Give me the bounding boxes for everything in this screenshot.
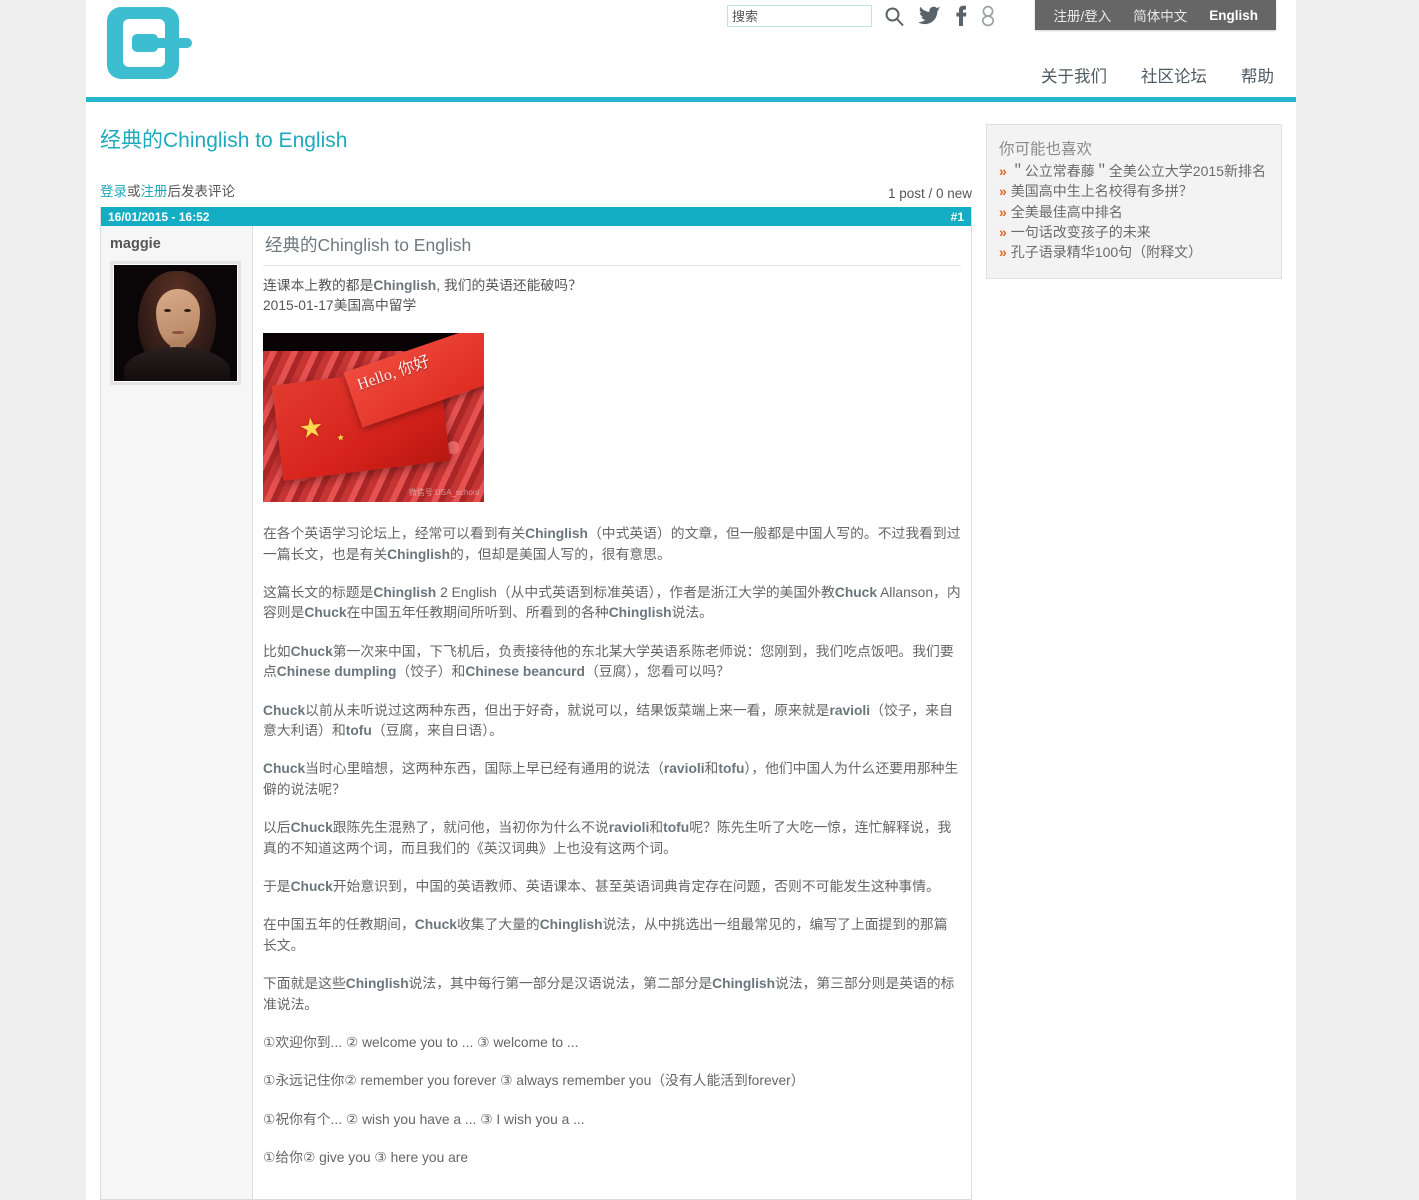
avatar-shoulders [124,347,230,381]
page-shell: 注册/登入 简体中文 English 关于我们 社区论坛 帮助 经典的Ching… [86,0,1296,1200]
author-column: maggie [101,226,253,1199]
content-wrap: 经典的Chinglish to English 登录或注册后发表评论 1 pos… [86,102,1296,1200]
sidebar-panel-recommended: 你可能也喜欢 » ＂公立常春藤＂全美公立大学2015新排名 » 美国高中生上名校得有… [986,124,1282,279]
page-title: 经典的Chinglish to English [100,124,972,154]
sidebar-link[interactable]: ＂公立常春藤＂全美公立大学2015新排名 [1011,163,1266,179]
chevron-double-right-icon: » [999,183,1007,200]
page-title-suffix: Chinglish to English [163,129,348,152]
site-header: 注册/登入 简体中文 English 关于我们 社区论坛 帮助 [86,0,1296,102]
figure-flag-small-star: ★ [336,432,346,444]
lede-part-1: 连课本上教的都是 [263,278,374,293]
post-content: 经典的Chinglish to English 连课本上教的都是Chinglis… [253,226,971,1199]
page-title-prefix: 经典的 [100,129,163,152]
figure-flag-big-star: ★ [297,411,326,445]
list-item[interactable]: » 全美最佳高中排名 [999,203,1269,222]
twitter-icon[interactable] [919,6,941,26]
login-link[interactable]: 登录 [100,184,127,199]
logo-plug-c-icon[interactable] [107,3,193,83]
lede-keyword: Chinglish [373,278,437,293]
post-title: 经典的Chinglish to English [263,226,961,266]
lede-date-source: 2015-01-17美国高中留学 [263,297,417,313]
prompt-rest: 后发表评论 [167,184,236,199]
post-paragraph: 以后Chuck跟陈先生混熟了，就问他，当初你为什么不说ravioli和tofu呢… [263,820,952,856]
chevron-double-right-icon: » [999,244,1007,261]
utility-bar: 注册/登入 简体中文 English [1035,0,1276,30]
list-item[interactable]: » 美国高中生上名校得有多拼？ [999,182,1269,201]
post-paragraph: Chuck以前从未听说过这两种东西，但出于好奇，就说可以，结果饭菜端上来一看，原… [263,702,953,738]
sidebar-column: 你可能也喜欢 » ＂公立常春藤＂全美公立大学2015新排名 » 美国高中生上名校得有… [986,102,1296,1200]
post-paragraph-example: ①永远记住你② remember you forever ③ always re… [263,1073,805,1089]
sidebar-title: 你可能也喜欢 [999,141,1093,158]
post-paragraph: 下面就是这些Chinglish说法，其中每行第一部分是汉语说法，第二部分是Chi… [263,976,955,1012]
post-paragraph-example: ①给你② give you ③ here you are [263,1150,469,1166]
post-lede: 连课本上教的都是Chinglish, 我们的英语还能破吗？ 2015-01-17… [263,276,961,315]
facebook-icon[interactable] [955,5,967,27]
post-figure-crowd-flag: ★ ★ Hello, 你好 微信号:USA_school [263,333,484,503]
main-nav: 关于我们 社区论坛 帮助 [1041,63,1274,87]
google-plus-icon[interactable] [981,5,996,27]
search-input[interactable] [727,5,872,27]
chevron-double-right-icon: » [999,223,1007,240]
post-paragraph: 在中国五年的任教期间，Chuck收集了大量的Chinglish说法，从中挑选出一… [263,917,948,953]
avatar-eye-right [184,309,191,312]
header-search-zone [727,5,996,27]
chevron-double-right-icon: » [999,203,1007,220]
post-paragraph-example: ①欢迎你到... ② welcome you to ... ③ welcome … [263,1035,579,1051]
nav-item-help[interactable]: 帮助 [1241,63,1274,87]
sidebar-link-list: » ＂公立常春藤＂全美公立大学2015新排名 » 美国高中生上名校得有多拼？ » 全美… [999,162,1269,263]
lang-simplified-chinese-link[interactable]: 简体中文 [1133,5,1187,25]
post-timestamp: 16/01/2015 - 16:52 [108,209,210,224]
post-permalink[interactable]: #1 [951,210,964,224]
figure-watermark: 微信号:USA_school [408,488,479,498]
sidebar-link[interactable]: 孔子语录精华100句（附释文） [1011,244,1202,260]
post-body: maggie 经典的Chinglish to English 连课本上教的都是C… [101,226,971,1199]
lang-english-link[interactable]: English [1209,8,1258,23]
post-paragraph: Chuck当时心里暗想，这两种东西，国际上早已经有通用的说法（ravioli和t… [263,761,959,797]
nav-item-community-forum[interactable]: 社区论坛 [1141,63,1207,87]
header-icon-group [884,5,996,27]
sidebar-link[interactable]: 美国高中生上名校得有多拼？ [1011,183,1193,199]
nav-item-about-us[interactable]: 关于我们 [1041,63,1107,87]
avatar [110,261,241,385]
sidebar-link[interactable]: 全美最佳高中排名 [1011,204,1123,220]
post-paragraph-example: ①祝你有个... ② wish you have a ... ③ I wish … [263,1111,585,1127]
list-item[interactable]: » 一句话改变孩子的未来 [999,223,1269,242]
post-paragraph: 这篇长文的标题是Chinglish 2 English（从中式英语到标准英语），… [263,584,961,621]
post-paragraph: 于是Chuck开始意识到，中国的英语教师、英语课本、甚至英语词典肯定存在问题，否… [263,879,940,895]
post-paragraph: 比如Chuck第一次来中国，下飞机后，负责接待他的东北某大学英语系陈老师说：您刚… [263,643,954,680]
sidebar-link[interactable]: 一句话改变孩子的未来 [1011,224,1151,240]
post-box: 16/01/2015 - 16:52 #1 maggie 经典的Chinglis… [100,207,972,1200]
main-column: 经典的Chinglish to English 登录或注册后发表评论 1 pos… [86,102,986,1200]
avatar-mouth [172,331,184,334]
register-login-link[interactable]: 注册/登入 [1053,5,1111,25]
list-item[interactable]: » 孔子语录精华100句（附释文） [999,243,1269,262]
avatar-eye-left [164,309,171,312]
list-item[interactable]: » ＂公立常春藤＂全美公立大学2015新排名 [999,162,1269,181]
chevron-double-right-icon: » [999,163,1007,179]
prompt-or: 或 [127,184,141,199]
avatar-image [114,265,237,381]
search-icon[interactable] [884,6,905,27]
lede-part-2: , 我们的英语还能破吗？ [436,278,582,293]
author-name: maggie [110,236,161,252]
register-link[interactable]: 注册 [141,184,168,199]
post-header-bar: 16/01/2015 - 16:52 #1 [101,207,971,226]
post-paragraph: 在各个英语学习论坛上，经常可以看到有关Chinglish（中式英语）的文章，但一… [263,526,961,562]
